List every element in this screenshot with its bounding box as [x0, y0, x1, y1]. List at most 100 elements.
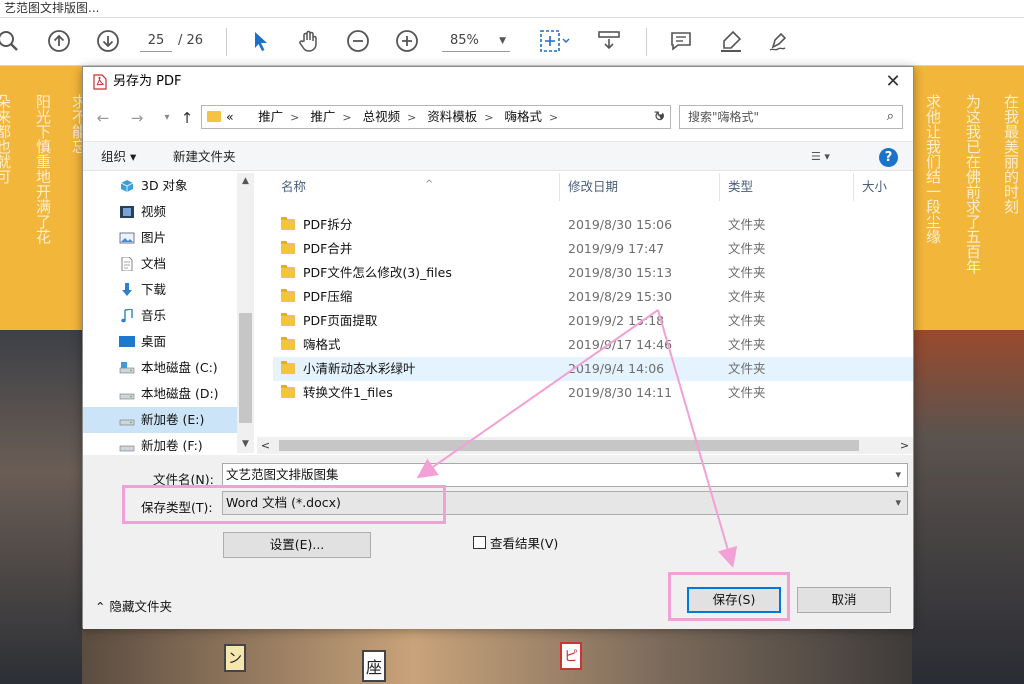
poster-sign: ピ: [560, 642, 582, 670]
pdf-toolbar: 25 / 26 85% ▼: [0, 18, 1024, 66]
breadcrumb-item[interactable]: 嗨格式: [505, 109, 543, 124]
chevron-down-icon[interactable]: ▾: [895, 464, 901, 486]
highlight-pen-icon[interactable]: [716, 26, 746, 56]
file-type: 文件夹: [728, 361, 766, 376]
scroll-up-icon[interactable]: ▲: [237, 173, 254, 190]
file-date: 2019/8/30 15:06: [568, 217, 673, 232]
column-headers: 名称 ^ 修改日期 类型 大小: [257, 173, 913, 201]
column-header-label: 类型: [728, 179, 754, 194]
column-header-date[interactable]: 修改日期: [560, 173, 720, 201]
chevron-down-icon[interactable]: ▾: [895, 492, 901, 514]
tree-item-drive-c[interactable]: 本地磁盘 (C:): [83, 355, 237, 381]
chevron-right-icon[interactable]: >: [290, 111, 299, 124]
document-icon: [121, 257, 133, 271]
settings-button[interactable]: 设置(E)...: [223, 532, 371, 558]
tree-item-3d-objects[interactable]: 3D 对象: [83, 173, 237, 199]
poster-sign: ン: [224, 644, 246, 672]
column-header-size[interactable]: 大小: [854, 173, 913, 201]
poster-vertical-text: 朵来都也就可: [0, 94, 12, 184]
breadcrumb-item[interactable]: 资料模板: [427, 109, 477, 124]
navigation-row: ← → ▾ ↑ « 推广 > 推广 > 总视频 > 资料模板 > 嗨格式 > ▾ ↻ 搜索…: [83, 105, 913, 131]
forward-button[interactable]: →: [127, 107, 147, 129]
list-item[interactable]: 嗨格式 2019/9/17 14:46 文件夹: [273, 333, 913, 357]
annotation-box-filetype: [122, 485, 446, 524]
new-folder-button[interactable]: 新建文件夹: [173, 142, 236, 172]
column-header-type[interactable]: 类型: [720, 173, 854, 201]
scrollbar-thumb[interactable]: [279, 440, 859, 451]
next-page-icon[interactable]: [93, 26, 123, 56]
list-item[interactable]: PDF页面提取 2019/9/2 15:18 文件夹: [273, 309, 913, 333]
file-name: PDF拆分: [303, 217, 353, 232]
tree-scrollbar[interactable]: ▲ ▼: [237, 173, 254, 453]
list-item[interactable]: 小清新动态水彩绿叶 2019/9/4 14:06 文件夹: [273, 357, 913, 381]
hide-folders-toggle[interactable]: ⌃ 隐藏文件夹: [95, 596, 172, 615]
select-pointer-icon[interactable]: [245, 26, 275, 56]
filename-value: 文艺范图文排版图集: [226, 467, 339, 482]
view-options-icon[interactable]: ☰ ▾: [811, 150, 841, 164]
picture-icon: [119, 232, 135, 244]
list-item[interactable]: 转换文件1_files 2019/8/30 14:11 文件夹: [273, 381, 913, 405]
filename-input[interactable]: 文艺范图文排版图集 ▾: [222, 463, 908, 487]
sign-pen-icon[interactable]: [764, 26, 794, 56]
organize-menu[interactable]: 组织 ▾: [101, 142, 136, 172]
breadcrumb-item[interactable]: 推广: [310, 109, 335, 124]
breadcrumb-item[interactable]: 推广: [258, 109, 283, 124]
search-icon: ⌕: [886, 109, 894, 124]
fit-page-icon[interactable]: [534, 26, 574, 56]
zoom-in-icon[interactable]: [392, 26, 422, 56]
command-bar: 组织 ▾ 新建文件夹 ☰ ▾ ?: [83, 141, 913, 171]
help-button[interactable]: ?: [879, 148, 898, 167]
scroll-mode-icon[interactable]: [594, 26, 624, 56]
tree-item-desktop[interactable]: 桌面: [83, 329, 237, 355]
hand-tool-icon[interactable]: [294, 26, 324, 56]
recent-locations-icon[interactable]: ▾: [157, 107, 177, 129]
view-result-checkbox[interactable]: [473, 536, 486, 549]
tree-item-downloads[interactable]: 下载: [83, 277, 237, 303]
tree-item-drive-d[interactable]: 本地磁盘 (D:): [83, 381, 237, 407]
drive-icon: [119, 445, 135, 452]
chevron-right-icon[interactable]: >: [484, 111, 493, 124]
breadcrumb-item[interactable]: 总视频: [363, 109, 401, 124]
scroll-down-icon[interactable]: ▼: [237, 436, 254, 453]
refresh-icon: ↻: [653, 109, 666, 125]
chevron-right-icon[interactable]: >: [549, 111, 558, 124]
refresh-button[interactable]: ↻: [649, 105, 671, 129]
address-bar[interactable]: « 推广 > 推广 > 总视频 > 资料模板 > 嗨格式 > ▾: [201, 105, 671, 129]
zoom-search-icon[interactable]: [0, 26, 24, 56]
previous-page-icon[interactable]: [44, 26, 74, 56]
scrollbar-thumb[interactable]: [239, 313, 252, 423]
tree-item-drive-e[interactable]: 新加卷 (E:): [83, 407, 237, 433]
cancel-button[interactable]: 取消: [797, 587, 891, 613]
tree-item-label: 视频: [141, 204, 167, 219]
page-total: / 26: [178, 33, 204, 48]
close-button[interactable]: ✕: [881, 71, 905, 93]
chevron-right-icon[interactable]: >: [342, 111, 351, 124]
chevron-right-icon[interactable]: >: [407, 111, 416, 124]
tree-item-documents[interactable]: 文档: [83, 251, 237, 277]
column-header-name[interactable]: 名称 ^: [273, 173, 560, 201]
scroll-right-icon[interactable]: >: [896, 437, 913, 454]
tree-item-videos[interactable]: 视频: [83, 199, 237, 225]
zoom-level-select[interactable]: 85% ▼: [442, 30, 510, 52]
list-item[interactable]: PDF拆分 2019/8/30 15:06 文件夹: [273, 213, 913, 237]
back-button[interactable]: ←: [93, 107, 113, 129]
tree-item-music[interactable]: 音乐: [83, 303, 237, 329]
scroll-left-icon[interactable]: <: [257, 437, 274, 454]
list-item[interactable]: PDF文件怎么修改(3)_files 2019/8/30 15:13 文件夹: [273, 261, 913, 285]
search-input[interactable]: 搜索"嗨格式" ⌕: [679, 105, 903, 129]
horizontal-scrollbar[interactable]: < >: [257, 437, 913, 454]
column-header-label: 名称: [281, 179, 307, 194]
zoom-out-icon[interactable]: [343, 26, 373, 56]
poster-photo: [912, 330, 1024, 684]
list-item[interactable]: PDF压缩 2019/8/29 15:30 文件夹: [273, 285, 913, 309]
file-type: 文件夹: [728, 385, 766, 400]
tree-item-drive-f[interactable]: 新加卷 (F:): [83, 433, 237, 453]
file-name: PDF合并: [303, 241, 353, 256]
view-result-label[interactable]: 查看结果(V): [490, 533, 558, 552]
tree-item-pictures[interactable]: 图片: [83, 225, 237, 251]
page-number-input[interactable]: 25: [140, 30, 172, 52]
up-button[interactable]: ↑: [177, 107, 197, 129]
comment-icon[interactable]: [666, 26, 696, 56]
list-item[interactable]: PDF合并 2019/9/9 17:47 文件夹: [273, 237, 913, 261]
breadcrumb-overflow[interactable]: «: [226, 109, 234, 124]
